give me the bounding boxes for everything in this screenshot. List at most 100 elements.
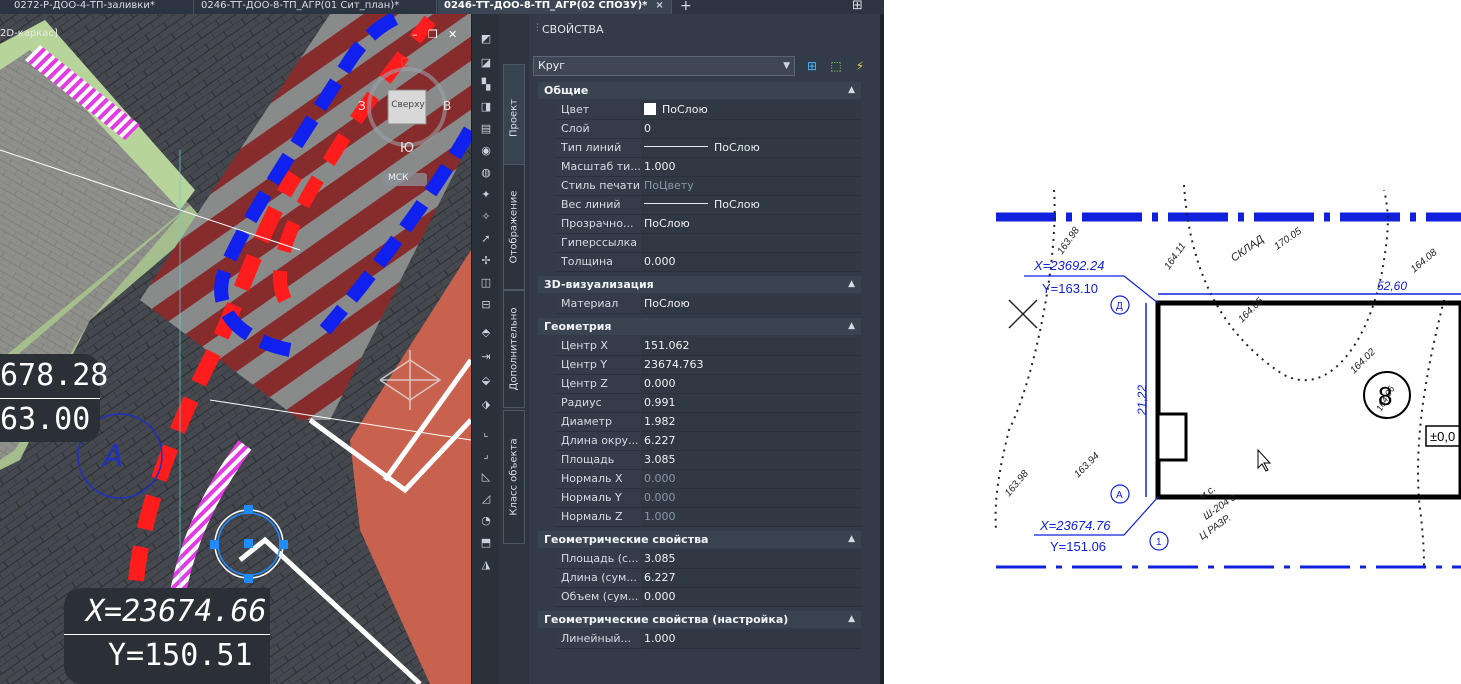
prop-value[interactable]: 0.000 <box>641 588 861 607</box>
add-tab-button[interactable]: + <box>680 0 692 14</box>
prop-value[interactable]: ПоСлою <box>641 295 861 314</box>
tab-doc-1[interactable]: 0272-Р-ДОО-4-ТП-заливки* <box>8 0 194 14</box>
prop-row-thickness[interactable]: Толщина 0.000 <box>556 253 861 272</box>
tool-icon-4[interactable]: ◨ <box>478 100 494 114</box>
prop-row-total-volume[interactable]: Объем (сум... 0.000 <box>556 588 861 607</box>
tool-icon-15[interactable]: ⇥ <box>478 350 494 364</box>
tool-icon-20[interactable]: ◺ <box>478 470 494 484</box>
tool-icon-14[interactable]: ⬘ <box>478 326 494 340</box>
prop-value[interactable]: 3.085 <box>641 451 861 470</box>
prop-row-lineweight[interactable]: Вес линий ПоСлою <box>556 196 861 215</box>
prop-row-radius[interactable]: Радиус 0.991 <box>556 394 861 413</box>
prop-row-layer[interactable]: Слой 0 <box>556 120 861 139</box>
prop-value[interactable]: 1.000 <box>641 158 861 177</box>
prop-row-area[interactable]: Площадь 3.085 <box>556 451 861 470</box>
minimize-viewport-icon[interactable]: – <box>412 28 418 41</box>
prop-row-normal-z[interactable]: Нормаль Z 1.000 <box>556 508 861 527</box>
quick-select-icon[interactable]: ⚡ <box>852 59 868 73</box>
prop-value[interactable]: 1.982 <box>641 413 861 432</box>
tab-grid-icon[interactable]: ⊞ <box>852 0 863 13</box>
prop-row-normal-x[interactable]: Нормаль X 0.000 <box>556 470 861 489</box>
viewport-visual-style-label[interactable]: 2D-каркас] <box>0 28 58 39</box>
prop-row-material[interactable]: Материал ПоСлою <box>556 295 861 314</box>
tool-icon-13[interactable]: ⊟ <box>478 298 494 312</box>
tool-icon-22[interactable]: ◔ <box>478 514 494 528</box>
prop-value[interactable]: ПоСлою <box>641 196 861 215</box>
prop-value[interactable]: 0.991 <box>641 394 861 413</box>
tab-doc-2[interactable]: 0246-ТТ-ДОО-8-ТП_АГР(01 Сит_план)* <box>195 0 437 14</box>
prop-value[interactable]: 6.227 <box>641 569 861 588</box>
prop-value[interactable]: ПоСлою <box>641 101 861 120</box>
select-objects-icon[interactable]: ⬚ <box>828 59 844 73</box>
prop-row-center-z[interactable]: Центр Z 0.000 <box>556 375 861 394</box>
drag-grip-icon[interactable]: ⋮ <box>533 23 542 33</box>
side-tab-additional[interactable]: Дополнительно <box>503 290 525 408</box>
tool-icon-1[interactable]: ◩ <box>478 32 494 46</box>
viewcube-north[interactable]: С <box>400 56 409 71</box>
prop-value[interactable]: 23674.763 <box>641 356 861 375</box>
restore-viewport-icon[interactable]: ❐ <box>428 28 438 41</box>
prop-row-plot-style[interactable]: Стиль печати ПоЦвету <box>556 177 861 196</box>
viewcube-face-top[interactable]: Сверху <box>390 100 426 110</box>
tool-icon-23[interactable]: ⬒ <box>478 536 494 550</box>
prop-value[interactable]: 3.085 <box>641 550 861 569</box>
globe-icon[interactable]: ◉ <box>478 144 494 158</box>
tool-icon-5[interactable]: ▤ <box>478 122 494 136</box>
prop-value[interactable]: ПоСлою <box>641 139 861 158</box>
prop-row-color[interactable]: Цвет ПоСлою <box>556 101 861 120</box>
tool-icon-21[interactable]: ◿ <box>478 492 494 506</box>
tool-icon-12[interactable]: ◫ <box>478 276 494 290</box>
side-tab-object-class[interactable]: Класс объекта <box>503 410 525 544</box>
tool-icon-3[interactable]: ▚ <box>478 78 494 92</box>
toggle-pickadd-icon[interactable]: ⊞ <box>804 59 820 73</box>
viewcube-east[interactable]: В <box>443 99 451 113</box>
tool-icon-17[interactable]: ⬗ <box>478 398 494 412</box>
prop-row-linetype-scale[interactable]: Масштаб ти... 1.000 <box>556 158 861 177</box>
prop-value[interactable]: 151.062 <box>641 337 861 356</box>
side-tab-display[interactable]: Отображение <box>503 164 525 290</box>
prop-row-normal-y[interactable]: Нормаль Y 0.000 <box>556 489 861 508</box>
globe-settings-icon[interactable]: ◍ <box>478 166 494 180</box>
tab-doc-3[interactable]: 0246-ТТ-ДОО-8-ТП_АГР(02 СПОЗУ)* × <box>438 0 672 14</box>
viewcube-south[interactable]: Ю <box>400 141 414 156</box>
prop-row-transparency[interactable]: Прозрачно... ПоСлою <box>556 215 861 234</box>
tool-icon-8[interactable]: ✦ <box>478 188 494 202</box>
prop-value[interactable]: 6.227 <box>641 432 861 451</box>
tool-icon-24[interactable]: ◮ <box>478 558 494 572</box>
prop-value[interactable]: 1.000 <box>641 630 861 649</box>
viewcube-west[interactable]: З <box>358 99 366 113</box>
prop-value[interactable]: 0 <box>641 120 861 139</box>
prop-row-total-area[interactable]: Площадь (с... 3.085 <box>556 550 861 569</box>
prop-row-circumference[interactable]: Длина окру... 6.227 <box>556 432 861 451</box>
tool-icon-11[interactable]: ✢ <box>478 254 494 268</box>
prop-value[interactable]: 0.000 <box>641 253 861 272</box>
section-general[interactable]: Общие ▲ <box>538 82 861 99</box>
prop-value[interactable]: ПоСлою <box>641 215 861 234</box>
properties-header[interactable]: ⋮ СВОЙСТВА <box>529 21 884 39</box>
cursor-icon[interactable]: ➚ <box>478 232 494 246</box>
prop-row-center-y[interactable]: Центр Y 23674.763 <box>556 356 861 375</box>
tool-icon-16[interactable]: ⬙ <box>478 374 494 388</box>
drawing-viewport[interactable]: 2D-каркас] – ❐ ✕ С Ю З В Сверху МСК А 67… <box>0 14 471 684</box>
prop-value[interactable] <box>641 234 861 253</box>
side-tab-project[interactable]: Проект <box>503 64 525 172</box>
tool-icon-18[interactable]: ⌞ <box>478 426 494 440</box>
prop-row-linetype[interactable]: Тип линий ПоСлою <box>556 139 861 158</box>
object-type-dropdown[interactable]: Круг ▼ <box>533 56 795 76</box>
section-geometric-properties-settings[interactable]: Геометрические свойства (настройка) ▲ <box>538 611 861 628</box>
prop-row-diameter[interactable]: Диаметр 1.982 <box>556 413 861 432</box>
close-tab-icon[interactable]: × <box>655 0 663 11</box>
prop-row-center-x[interactable]: Центр X 151.062 <box>556 337 861 356</box>
ucs-menu[interactable]: МСК <box>388 173 408 183</box>
prop-row-linear[interactable]: Линейный... 1.000 <box>556 630 861 649</box>
prop-value[interactable]: 0.000 <box>641 375 861 394</box>
tool-icon-19[interactable]: ⌟ <box>478 448 494 462</box>
tool-icon-2[interactable]: ◪ <box>478 56 494 70</box>
section-geometric-properties[interactable]: Геометрические свойства ▲ <box>538 531 861 548</box>
close-viewport-icon[interactable]: ✕ <box>448 28 457 41</box>
tool-icon-9[interactable]: ✧ <box>478 210 494 224</box>
prop-row-total-length[interactable]: Длина (сум... 6.227 <box>556 569 861 588</box>
section-3d-visualization[interactable]: 3D-визуализация ▲ <box>538 276 861 293</box>
prop-row-hyperlink[interactable]: Гиперссылка <box>556 234 861 253</box>
section-geometry[interactable]: Геометрия ▲ <box>538 318 861 335</box>
